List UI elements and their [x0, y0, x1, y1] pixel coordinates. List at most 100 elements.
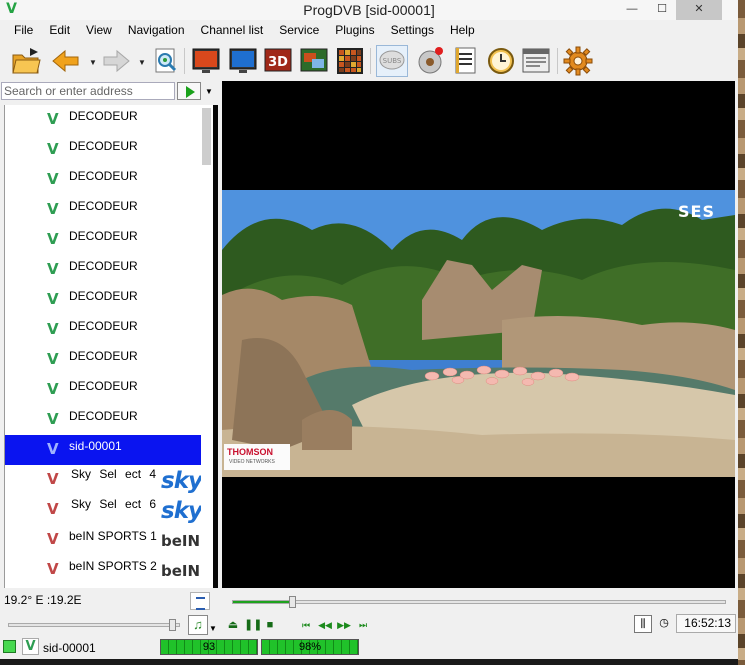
- forward-arrow-icon[interactable]: [100, 45, 132, 77]
- channel-row[interactable]: V DECODEUR: [5, 195, 201, 225]
- rewind-icon[interactable]: ◀◀: [318, 619, 332, 631]
- subtitles-icon-label: SUBS: [383, 57, 402, 65]
- bein-logo-icon: beIN: [161, 562, 201, 580]
- channel-row[interactable]: V DECODEUR: [5, 165, 201, 195]
- channel-name: sid-00001: [69, 439, 122, 453]
- toolbar-separator: [557, 48, 558, 74]
- watermark-logo: THOMSON VIDEO NETWORKS: [224, 444, 290, 470]
- channel-list-scrollbar[interactable]: [201, 105, 218, 588]
- menu-channel-list[interactable]: Channel list: [193, 20, 272, 41]
- channel-row[interactable]: V DECODEUR: [5, 105, 201, 135]
- channel-v-icon: V: [47, 320, 59, 338]
- tv-screen-icon[interactable]: [190, 45, 222, 77]
- channel-v-icon: V: [47, 140, 59, 158]
- record-disc-icon[interactable]: [414, 45, 446, 77]
- channel-row[interactable]: VbeIN SPORTS 2 beIN: [5, 555, 201, 585]
- watermark-subtitle: VIDEO NETWORKS: [229, 459, 275, 465]
- search-page-icon[interactable]: [150, 45, 182, 77]
- list-view-icon[interactable]: [190, 592, 210, 610]
- channel-row[interactable]: V DECODEUR: [5, 315, 201, 345]
- toolbar-separator: [370, 48, 371, 74]
- channel-name: beIN SPORTS 1: [69, 529, 157, 543]
- mosaic-grid-icon[interactable]: [334, 45, 366, 77]
- channel-row[interactable]: V DECODEUR: [5, 345, 201, 375]
- seek-bar-fill: [233, 601, 293, 603]
- channel-row[interactable]: V Sky Sel ect 6 sky: [5, 495, 201, 525]
- channel-row[interactable]: V DECODEUR: [5, 255, 201, 285]
- volume-slider[interactable]: [8, 619, 180, 631]
- go-button[interactable]: [177, 82, 201, 100]
- subtitles-icon[interactable]: SUBS: [376, 45, 408, 77]
- skip-back-icon[interactable]: ⏮: [299, 619, 313, 631]
- minimize-button[interactable]: —: [618, 0, 646, 20]
- scrollbar-thumb[interactable]: [202, 108, 211, 165]
- menu-view[interactable]: View: [78, 20, 120, 41]
- forward-dropdown-icon[interactable]: ▼: [138, 58, 146, 67]
- menu-navigation[interactable]: Navigation: [120, 20, 193, 41]
- 3d-icon-label: 3D: [268, 55, 288, 70]
- search-input[interactable]: [1, 82, 175, 100]
- channel-v-icon: V: [47, 230, 59, 248]
- signal-indicator-icon: [3, 640, 16, 653]
- open-folder-icon[interactable]: [10, 45, 42, 77]
- signal-quality-value: 98%: [298, 641, 322, 653]
- settings-gear-icon[interactable]: [562, 45, 594, 77]
- monitor-icon[interactable]: [227, 45, 259, 77]
- clock-icon[interactable]: ◷: [655, 615, 673, 633]
- watermark-name: THOMSON: [227, 447, 273, 457]
- channel-row-selected[interactable]: Vsid-00001: [5, 435, 201, 465]
- teletext-icon[interactable]: [520, 45, 552, 77]
- audio-track-icon[interactable]: ♫: [188, 615, 208, 635]
- close-button[interactable]: ✕: [676, 0, 722, 20]
- video-panel[interactable]: SES THOMSON VIDEO NETWORKS: [222, 81, 735, 588]
- channel-v-icon: V: [47, 290, 59, 308]
- menu-settings[interactable]: Settings: [383, 20, 442, 41]
- channel-row[interactable]: VbeIN SPORTS 1 beIN: [5, 525, 201, 555]
- channel-row[interactable]: V DECODEUR: [5, 225, 201, 255]
- menu-bar: File Edit View Navigation Channel list S…: [0, 20, 738, 41]
- channel-name: Sky Sel ect 4: [71, 467, 157, 481]
- channel-v-icon: V: [47, 530, 59, 548]
- seek-bar-thumb[interactable]: [289, 596, 297, 608]
- channel-row[interactable]: V Sky Sel ect 4 sky: [5, 465, 201, 495]
- search-dropdown-icon[interactable]: ▼: [205, 87, 213, 96]
- channel-v-icon: V: [47, 440, 59, 458]
- channel-v-icon: V: [47, 170, 59, 188]
- channel-row[interactable]: V DECODEUR: [5, 405, 201, 435]
- maximize-button[interactable]: ☐: [648, 0, 676, 20]
- seek-bar[interactable]: [232, 596, 726, 608]
- channel-row[interactable]: V DECODEUR: [5, 285, 201, 315]
- desktop-background: [738, 0, 745, 665]
- fast-forward-icon[interactable]: ▶▶: [337, 619, 351, 631]
- skip-forward-icon[interactable]: ⏭: [356, 619, 370, 631]
- stop-icon[interactable]: ■: [263, 619, 277, 631]
- back-dropdown-icon[interactable]: ▼: [89, 58, 97, 67]
- menu-plugins[interactable]: Plugins: [327, 20, 382, 41]
- menu-help[interactable]: Help: [442, 20, 483, 41]
- channel-v-icon: V: [47, 380, 59, 398]
- channel-v-icon: V: [47, 110, 59, 128]
- menu-service[interactable]: Service: [271, 20, 327, 41]
- equalizer-icon[interactable]: ⫼: [634, 615, 652, 633]
- scheduler-clock-icon[interactable]: [485, 45, 517, 77]
- menu-file[interactable]: File: [6, 20, 41, 41]
- scrollbar-track: [213, 105, 218, 588]
- pause-icon[interactable]: ❚❚: [244, 619, 262, 631]
- volume-thumb[interactable]: [168, 619, 176, 631]
- current-channel-name: sid-00001: [43, 641, 96, 655]
- 3d-icon[interactable]: 3D: [262, 45, 294, 77]
- channel-name: DECODEUR: [69, 409, 138, 423]
- back-arrow-icon[interactable]: [50, 45, 82, 77]
- channel-row[interactable]: V DECODEUR: [5, 135, 201, 165]
- channel-row[interactable]: V DECODEUR: [5, 375, 201, 405]
- epg-list-icon[interactable]: [450, 45, 482, 77]
- signal-strength-meter: 93: [160, 639, 258, 655]
- audio-dropdown-icon[interactable]: ▼: [209, 624, 217, 633]
- picture-in-picture-icon[interactable]: [298, 45, 330, 77]
- channel-overlay-logo: SES: [678, 202, 715, 221]
- channel-name: DECODEUR: [69, 169, 138, 183]
- eject-icon[interactable]: ⏏: [226, 619, 240, 631]
- channel-v-icon: V: [47, 260, 59, 278]
- menu-edit[interactable]: Edit: [41, 20, 78, 41]
- channel-v-icon: V: [47, 500, 59, 518]
